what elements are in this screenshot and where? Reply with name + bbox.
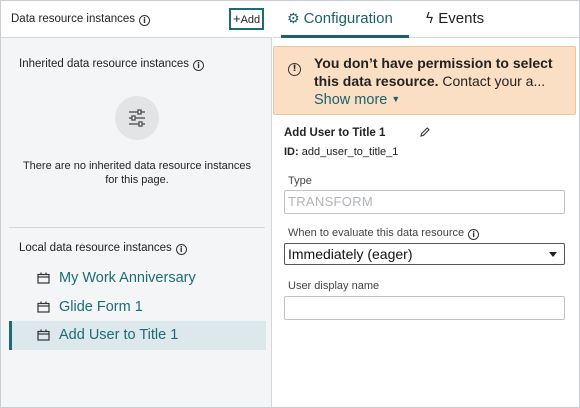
panel-title: Data resource instances i xyxy=(11,13,151,26)
alert-icon: ! xyxy=(288,63,301,76)
info-icon[interactable]: i xyxy=(175,244,187,255)
permission-warning: ! You don’t have permission to select th… xyxy=(273,46,576,115)
section-divider xyxy=(9,227,265,228)
evaluate-label: When to evaluate this data resource i xyxy=(288,227,480,240)
active-tab-indicator xyxy=(281,35,409,38)
gear-icon: ⚙ xyxy=(287,11,300,27)
show-more-link[interactable]: Show more ▼ xyxy=(314,92,400,108)
resource-title: Add User to Title 1 xyxy=(284,127,386,139)
resource-icon xyxy=(37,329,50,341)
evaluate-select[interactable]: Immediately (eager) xyxy=(284,243,565,265)
inherited-section-title: Inherited data resource instances i xyxy=(19,58,205,71)
plus-icon: + xyxy=(233,11,241,26)
type-field: TRANSFORM xyxy=(284,190,565,214)
tab-configuration[interactable]: ⚙ Configuration xyxy=(287,10,393,27)
pencil-icon[interactable] xyxy=(419,126,431,138)
type-label: Type xyxy=(288,175,312,187)
panel-header: Data resource instances i +Add xyxy=(1,1,272,38)
resource-item-label: Glide Form 1 xyxy=(59,299,143,315)
lightning-icon: ϟ xyxy=(425,11,435,27)
resource-icon xyxy=(37,301,50,313)
resource-item-my-work-anniversary[interactable]: My Work Anniversary xyxy=(9,264,266,293)
resource-icon xyxy=(37,272,50,284)
sliders-icon xyxy=(115,96,159,140)
tab-events[interactable]: ϟ Events xyxy=(425,10,484,27)
chevron-down-icon xyxy=(549,252,557,257)
resource-item-label: My Work Anniversary xyxy=(59,270,196,286)
display-name-input[interactable] xyxy=(284,296,565,320)
info-icon[interactable]: i xyxy=(139,15,151,26)
warning-message: You don’t have permission to select this… xyxy=(314,55,553,89)
add-button[interactable]: +Add xyxy=(229,8,265,30)
info-icon[interactable]: i xyxy=(468,229,480,240)
caret-down-icon: ▼ xyxy=(391,94,401,104)
tab-bar: ⚙ Configuration ϟ Events xyxy=(273,1,579,38)
display-name-label: User display name xyxy=(288,280,380,292)
info-icon[interactable]: i xyxy=(193,60,205,71)
inherited-empty-message: There are no inherited data resource ins… xyxy=(22,160,252,186)
resource-id: ID: add_user_to_title_1 xyxy=(284,146,399,158)
config-panel: ⚙ Configuration ϟ Events ! You don’t have … xyxy=(273,1,579,407)
resource-item-label: Add User to Title 1 xyxy=(59,327,179,343)
resource-item-glide-form-1[interactable]: Glide Form 1 xyxy=(9,293,266,322)
local-section-title: Local data resource instances i xyxy=(19,242,187,255)
data-resource-panel: Data resource instances i +Add Inherited … xyxy=(1,1,272,407)
resource-item-add-user-to-title-1[interactable]: Add User to Title 1 xyxy=(9,321,266,350)
